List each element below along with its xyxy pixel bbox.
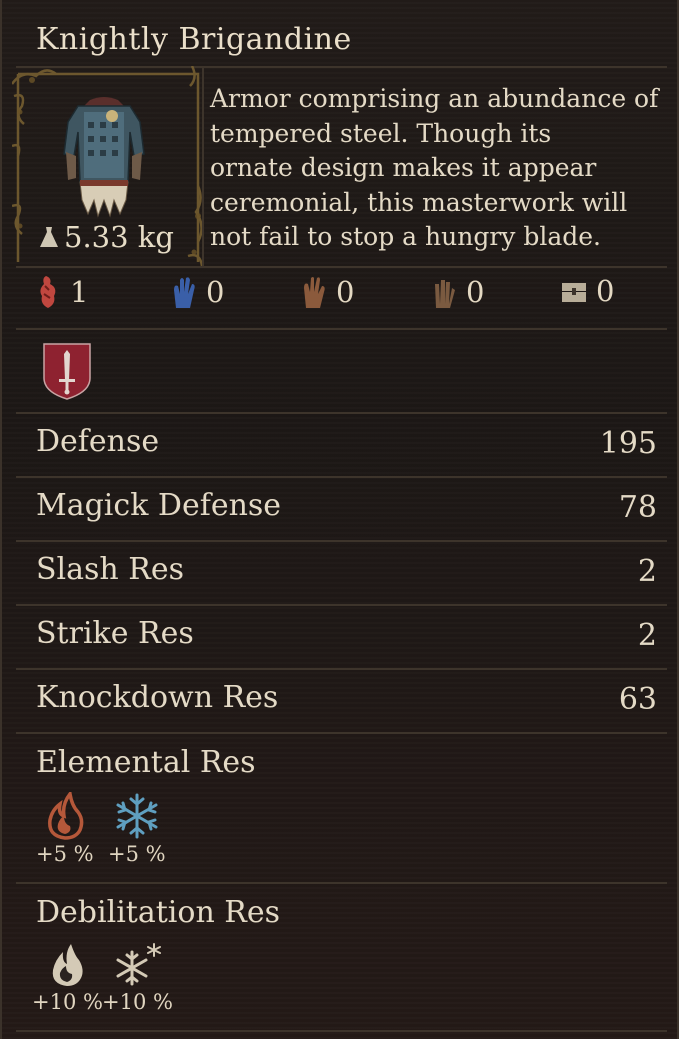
item-weight: 5.33 kg [38, 220, 174, 254]
weight-icon [40, 227, 58, 247]
description-line: ceremonial, this masterwork will [210, 187, 628, 217]
debilitation-res-value: +10 % [32, 990, 103, 1014]
stat-row-strike-res: Strike Res 2 [16, 606, 667, 670]
stat-label: Slash Res [36, 552, 185, 587]
stat-label: Defense [36, 424, 160, 459]
divider [16, 328, 667, 330]
fire-icon [47, 792, 84, 840]
upgrade-value: 0 [596, 274, 615, 308]
description-line: ornate design makes it appear [210, 153, 597, 182]
stone-claw-icon [435, 280, 455, 308]
stat-row-magick-defense: Magick Defense 78 [16, 478, 667, 542]
frozen-icon [116, 943, 162, 986]
debilitation-res-item: +10 % [102, 942, 173, 1014]
stat-row-knockdown-res: Knockdown Res 63 [16, 670, 667, 734]
upgrade-value: 0 [466, 275, 485, 309]
stat-value: 195 [599, 426, 657, 461]
debilitation-res-value: +10 % [102, 990, 173, 1014]
stat-row-slash-res: Slash Res 2 [16, 542, 667, 606]
upgrade-slot: 0 [430, 274, 484, 310]
sword-shield-icon [43, 343, 91, 400]
debilitation-res-item: +10 % [32, 942, 103, 1014]
item-description: Armor comprising an abundance of tempere… [210, 82, 670, 255]
burning-icon [53, 944, 84, 986]
debilitation-res-title: Debilitation Res [36, 895, 281, 930]
stat-value: 78 [618, 490, 657, 525]
elemental-res-item: +5 % [108, 792, 166, 866]
elemental-res-item: +5 % [36, 792, 94, 866]
divider [16, 266, 667, 268]
divider [16, 732, 667, 734]
description-line: Armor comprising an abundance of [210, 84, 659, 113]
upgrade-slot: 1 [36, 274, 88, 310]
divider [202, 66, 204, 266]
upgrade-slot: 0 [300, 274, 354, 310]
upgrade-value: 0 [206, 275, 225, 309]
elemental-res-title: Elemental Res [36, 745, 256, 780]
upgrade-value: 1 [70, 275, 89, 309]
stat-label: Knockdown Res [36, 680, 279, 715]
elemental-res-value: +5 % [108, 842, 166, 866]
description-line: tempered steel. Though its [210, 118, 552, 148]
upgrade-slot: 0 [170, 274, 224, 310]
stat-label: Strike Res [36, 616, 194, 651]
armor-icon [63, 97, 145, 218]
chest-icon [562, 283, 586, 302]
upgrade-slot: 0 [560, 274, 614, 308]
stat-value: 2 [637, 554, 657, 589]
weight-value: 5.33 kg [64, 220, 174, 254]
elemental-res-value: +5 % [36, 842, 94, 866]
item-tooltip-panel: Knightly Brigandine 5.33 kg Armor compri… [0, 0, 679, 1039]
blue-hand-icon [174, 277, 195, 308]
bronze-claw-icon [304, 277, 325, 308]
stat-value: 63 [618, 682, 657, 717]
stat-label: Magick Defense [36, 488, 282, 523]
upgrade-value: 0 [336, 275, 355, 309]
divider [16, 882, 667, 884]
ice-icon [116, 793, 158, 839]
description-line: not fail to stop a hungry blade. [210, 222, 601, 251]
stat-row-defense: Defense 195 [16, 414, 667, 478]
item-name: Knightly Brigandine [36, 22, 352, 57]
red-claw-icon [40, 276, 56, 308]
upgrade-materials-row: 1 0 0 0 0 [22, 274, 672, 320]
stat-value: 2 [637, 618, 657, 653]
divider [16, 1030, 667, 1032]
